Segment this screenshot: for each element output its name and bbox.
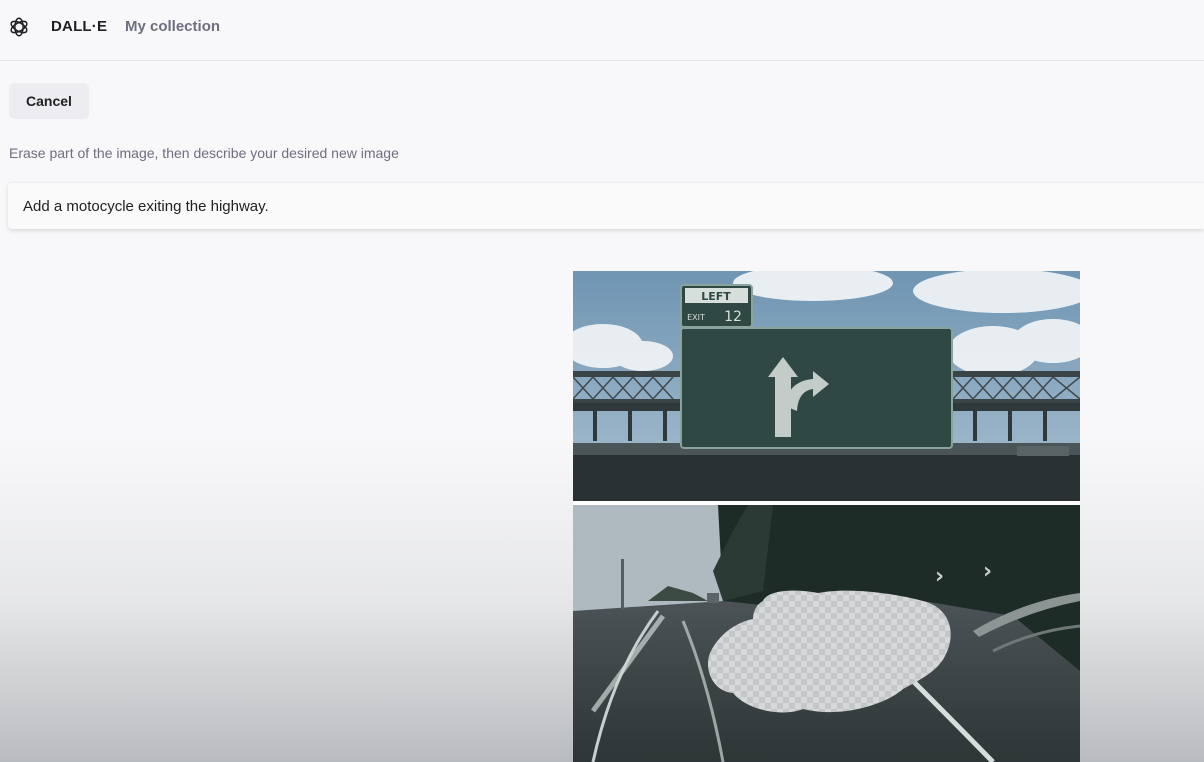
highway-image[interactable]: LEFT EXIT 12 › › — [573, 271, 1080, 762]
top-navigation-bar: DALL·E My collection — [0, 0, 1204, 61]
svg-text:›: › — [935, 564, 944, 589]
svg-text:›: › — [983, 559, 992, 584]
sign-exit-number: 12 — [724, 309, 742, 325]
prompt-box — [8, 182, 1204, 229]
sign-exit-label: EXIT — [687, 313, 705, 322]
openai-logo-icon[interactable] — [8, 16, 30, 38]
edit-instruction-text: Erase part of the image, then describe y… — [9, 145, 399, 161]
image-edit-canvas[interactable]: LEFT EXIT 12 › › — [573, 271, 1080, 762]
nav-my-collection[interactable]: My collection — [125, 18, 220, 35]
cancel-button[interactable]: Cancel — [9, 83, 89, 119]
brand-title[interactable]: DALL·E — [51, 18, 107, 35]
prompt-input[interactable] — [23, 183, 1193, 229]
sign-left-label: LEFT — [701, 290, 731, 303]
